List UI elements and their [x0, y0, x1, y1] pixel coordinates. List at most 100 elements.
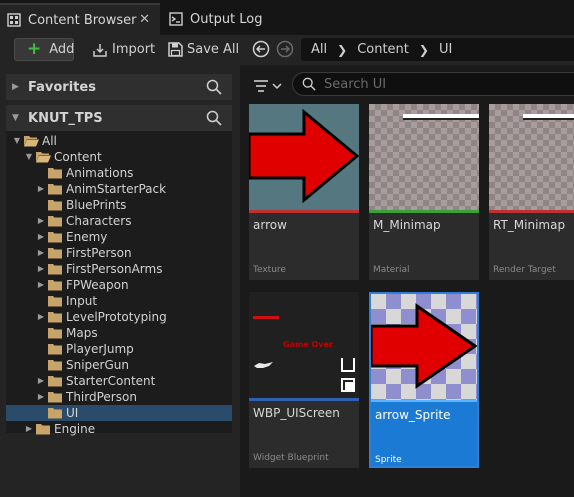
folder-icon — [48, 392, 62, 403]
tree-item-blueprints[interactable]: BluePrints — [6, 197, 232, 213]
folder-icon — [48, 408, 62, 419]
asset-tile-arrow[interactable]: arrow Texture — [249, 104, 359, 280]
folder-icon — [48, 184, 62, 195]
tree-item-animations[interactable]: Animations — [6, 165, 232, 181]
caret-right-icon[interactable]: ▶ — [36, 390, 46, 404]
caret-right-icon[interactable]: ▶ — [36, 214, 46, 228]
tree-item-input[interactable]: Input — [6, 293, 232, 309]
asset-tile-rt-minimap[interactable]: RT_Minimap Render Target — [489, 104, 574, 280]
forward-arrow-icon[interactable] — [276, 40, 294, 58]
tree-item-all[interactable]: ▼ All — [6, 133, 232, 149]
back-arrow-icon[interactable] — [252, 40, 270, 58]
folder-open-icon — [36, 152, 51, 163]
caret-right-icon[interactable]: ▶ — [36, 230, 46, 244]
tab-content-browser[interactable]: Content Browser ✕ — [0, 3, 160, 35]
asset-type-bar — [369, 210, 479, 213]
asset-type: Widget Blueprint — [253, 453, 329, 463]
content-browser-icon — [7, 13, 21, 27]
tree-item-label: Animations — [66, 166, 134, 180]
arrow-thumbnail — [249, 104, 359, 210]
caret-down-icon: ▼ — [12, 113, 19, 123]
tree-item-enemy[interactable]: ▶ Enemy — [6, 229, 232, 245]
caret-right-icon[interactable]: ▶ — [36, 310, 46, 324]
tree-item-label: LevelPrototyping — [66, 310, 167, 324]
tree-item-maps[interactable]: Maps — [6, 325, 232, 341]
asset-tile-arrow-sprite[interactable]: arrow_Sprite Sprite — [369, 292, 479, 468]
asset-name: M_Minimap — [373, 218, 441, 232]
render-target-thumbnail — [489, 104, 574, 210]
tree-item-playerjump[interactable]: PlayerJump — [6, 341, 232, 357]
breadcrumb-item-content[interactable]: Content — [357, 42, 409, 57]
search-icon[interactable] — [206, 110, 222, 126]
tree-item-label: PlayerJump — [66, 342, 134, 356]
asset-type: Render Target — [493, 265, 556, 275]
folder-icon — [48, 200, 62, 211]
favorites-header[interactable]: ▶ Favorites — [6, 74, 232, 100]
tree-item-engine[interactable]: ▶ Engine — [6, 421, 232, 437]
tree-item-animstarterpack[interactable]: ▶ AnimStarterPack — [6, 181, 232, 197]
tree-item-firstpersonarms[interactable]: ▶ FirstPersonArms — [6, 261, 232, 277]
import-icon — [93, 43, 107, 57]
breadcrumb-item-ui[interactable]: UI — [439, 42, 452, 57]
tree-item-label: Characters — [66, 214, 132, 228]
tree-item-label: AnimStarterPack — [66, 182, 167, 196]
favorites-label: Favorites — [28, 79, 96, 95]
close-icon[interactable]: ✕ — [139, 12, 150, 27]
caret-right-icon[interactable]: ▶ — [36, 374, 46, 388]
tree-item-ui[interactable]: UI — [6, 405, 232, 421]
tree-item-thirdperson[interactable]: ▶ ThirdPerson — [6, 389, 232, 405]
asset-type-bar — [249, 398, 359, 401]
caret-right-icon[interactable]: ▶ — [24, 422, 34, 436]
tree-item-fpweapon[interactable]: ▶ FPWeapon — [6, 277, 232, 293]
tree-item-snipergun[interactable]: SniperGun — [6, 357, 232, 373]
folder-icon — [48, 232, 62, 243]
output-log-icon — [169, 12, 183, 26]
tree-item-characters[interactable]: ▶ Characters — [6, 213, 232, 229]
tree-item-label: FirstPersonArms — [66, 262, 163, 276]
folder-tree: ▼ All ▼ Content Animations ▶ AnimStarterPack Bl… — [6, 133, 232, 436]
caret-right-icon[interactable]: ▶ — [36, 262, 46, 276]
tree-item-firstperson[interactable]: ▶ FirstPerson — [6, 245, 232, 261]
tree-item-label: SniperGun — [66, 358, 129, 372]
breadcrumb: All ❯ Content ❯ UI — [301, 38, 574, 61]
tree-item-levelprototyping[interactable]: ▶ LevelPrototyping — [6, 309, 232, 325]
caret-right-icon[interactable]: ▶ — [36, 278, 46, 292]
sprite-thumbnail — [371, 294, 477, 400]
tab-output-log[interactable]: Output Log — [162, 3, 292, 35]
tree-item-label: Content — [54, 150, 102, 164]
breadcrumb-item-all[interactable]: All — [311, 42, 327, 57]
tree-item-label: FirstPerson — [66, 246, 132, 260]
save-icon — [168, 42, 183, 57]
asset-type: Material — [373, 265, 410, 275]
asset-name: arrow_Sprite — [375, 408, 451, 422]
folder-icon — [48, 360, 62, 371]
caret-down-icon[interactable]: ▼ — [12, 134, 22, 148]
asset-tile-m-minimap[interactable]: M_Minimap Material — [369, 104, 479, 280]
add-label: Add — [49, 42, 75, 57]
search-input[interactable] — [322, 75, 556, 93]
chevron-right-icon[interactable]: ❯ — [337, 43, 347, 57]
caret-right-icon[interactable]: ▶ — [36, 246, 46, 260]
caret-down-icon[interactable]: ▼ — [24, 150, 34, 164]
tree-item-label: Maps — [66, 326, 98, 340]
import-label: Import — [112, 42, 156, 57]
filter-icon[interactable] — [252, 76, 286, 96]
tree-item-content[interactable]: ▼ Content — [6, 149, 232, 165]
import-button[interactable]: Import — [92, 38, 162, 61]
folder-icon — [48, 344, 62, 355]
asset-tile-wbp-uiscreen[interactable]: Game Over WBP_UIScreen Widget Blueprint — [249, 292, 359, 468]
search-icon — [302, 77, 316, 91]
tree-item-label: UI — [66, 406, 79, 420]
chevron-right-icon[interactable]: ❯ — [419, 43, 429, 57]
tree-item-startercontent[interactable]: ▶ StarterContent — [6, 373, 232, 389]
save-all-button[interactable]: Save All — [168, 38, 246, 61]
project-header[interactable]: ▼ KNUT_TPS — [6, 105, 232, 131]
folder-open-icon — [24, 136, 39, 147]
add-button[interactable]: + Add — [14, 38, 74, 61]
asset-type-bar — [249, 210, 359, 213]
tree-item-label: All — [42, 134, 57, 148]
search-icon[interactable] — [206, 79, 222, 95]
caret-right-icon[interactable]: ▶ — [36, 182, 46, 196]
folder-icon — [36, 424, 50, 435]
tree-item-label: Engine — [54, 422, 96, 436]
